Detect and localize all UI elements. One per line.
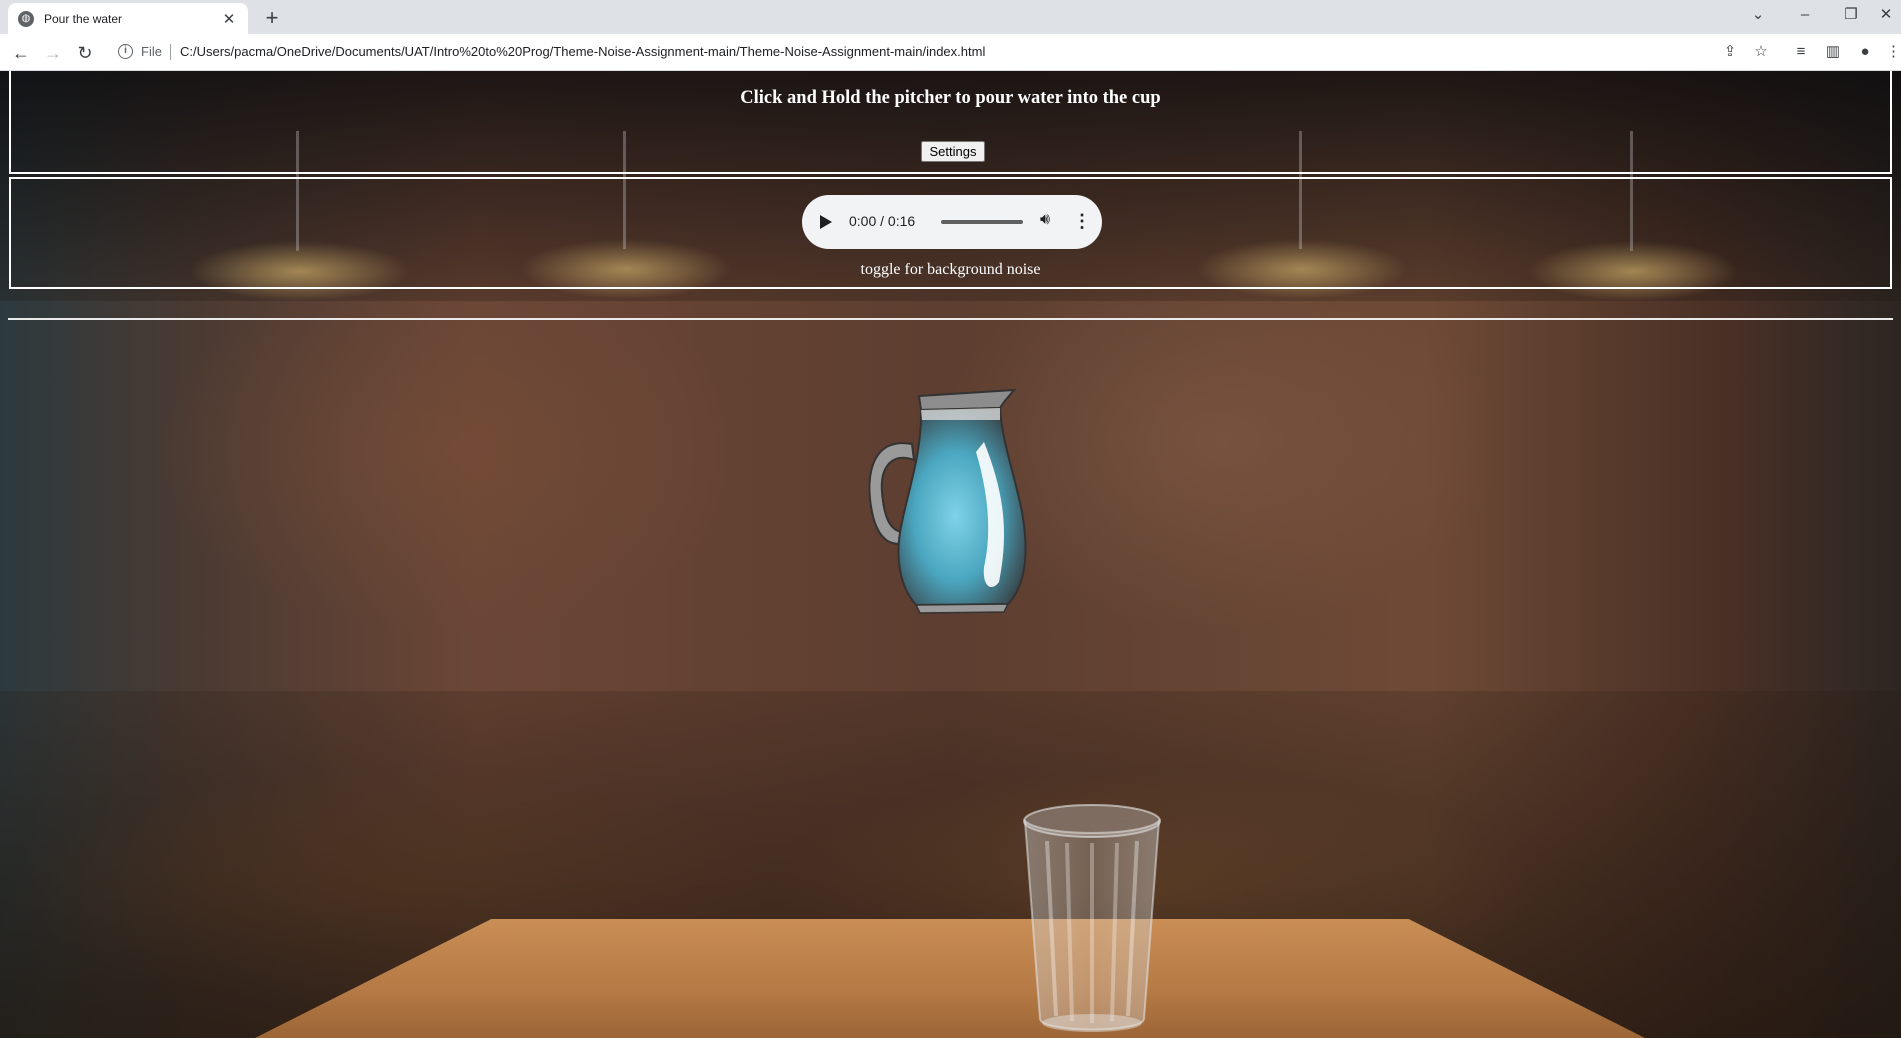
tab-strip: ◍ Pour the water ✕ + ⌄ – ❐ ✕ bbox=[0, 0, 1901, 34]
reload-button[interactable]: ↻ bbox=[72, 40, 98, 66]
table-surface bbox=[255, 919, 1645, 1038]
globe-icon: ◍ bbox=[18, 10, 34, 27]
share-icon[interactable]: ⇪ bbox=[1720, 42, 1740, 62]
arrow-left-icon: ← bbox=[12, 43, 30, 63]
volume-icon[interactable]: 🔊︎ bbox=[1035, 211, 1055, 229]
address-bar[interactable]: i File C:/Users/pacma/OneDrive/Documents… bbox=[108, 38, 1768, 67]
play-icon[interactable] bbox=[820, 215, 832, 229]
header-section: Click and Hold the pitcher to pour water… bbox=[9, 71, 1892, 174]
tab-close-icon[interactable]: ✕ bbox=[220, 10, 238, 28]
tab-title: Pour the water bbox=[44, 11, 123, 26]
info-icon[interactable]: i bbox=[118, 44, 133, 59]
audio-progress-slider[interactable] bbox=[941, 220, 1023, 224]
background-noise-label: toggle for background noise bbox=[860, 261, 1041, 278]
restore-button[interactable]: ❐ bbox=[1836, 4, 1866, 26]
audio-section: 0:00 / 0:16 🔊︎ ⋮ toggle for background n… bbox=[9, 177, 1892, 289]
tab-search-chevron-icon[interactable]: ⌄ bbox=[1743, 4, 1773, 26]
browser-tab[interactable]: ◍ Pour the water ✕ bbox=[8, 3, 248, 34]
audio-more-icon[interactable]: ⋮ bbox=[1073, 211, 1091, 232]
forward-button[interactable]: → bbox=[40, 40, 66, 66]
reading-list-icon[interactable]: ≡ bbox=[1791, 42, 1811, 62]
browser-toolbar: ← → ↻ i File C:/Users/pacma/OneDrive/Doc… bbox=[0, 34, 1901, 71]
settings-button[interactable]: Settings bbox=[921, 141, 985, 162]
arrow-right-icon: → bbox=[44, 43, 62, 63]
glass-cup-image[interactable] bbox=[1022, 801, 1162, 1038]
profile-icon[interactable]: ● bbox=[1855, 42, 1875, 62]
audio-time: 0:00 / 0:16 bbox=[849, 213, 916, 229]
scheme-label: File bbox=[141, 44, 162, 59]
url-text[interactable]: C:/Users/pacma/OneDrive/Documents/UAT/In… bbox=[180, 44, 985, 59]
page-content: Click and Hold the pitcher to pour water… bbox=[0, 71, 1901, 1038]
new-tab-button[interactable]: + bbox=[259, 6, 285, 32]
pitcher-image[interactable] bbox=[864, 382, 1034, 682]
star-icon[interactable]: ☆ bbox=[1751, 42, 1771, 62]
address-separator bbox=[170, 44, 171, 60]
close-window-button[interactable]: ✕ bbox=[1874, 4, 1898, 26]
instruction-heading: Click and Hold the pitcher to pour water… bbox=[740, 88, 1161, 108]
reload-icon: ↻ bbox=[77, 43, 93, 63]
minimize-button[interactable]: – bbox=[1790, 4, 1820, 26]
divider bbox=[8, 318, 1893, 320]
audio-player[interactable]: 0:00 / 0:16 🔊︎ ⋮ bbox=[802, 195, 1102, 249]
kebab-menu-icon[interactable]: ⋮ bbox=[1886, 42, 1901, 62]
side-panel-icon[interactable]: ▥ bbox=[1823, 42, 1843, 62]
back-button[interactable]: ← bbox=[8, 40, 34, 66]
